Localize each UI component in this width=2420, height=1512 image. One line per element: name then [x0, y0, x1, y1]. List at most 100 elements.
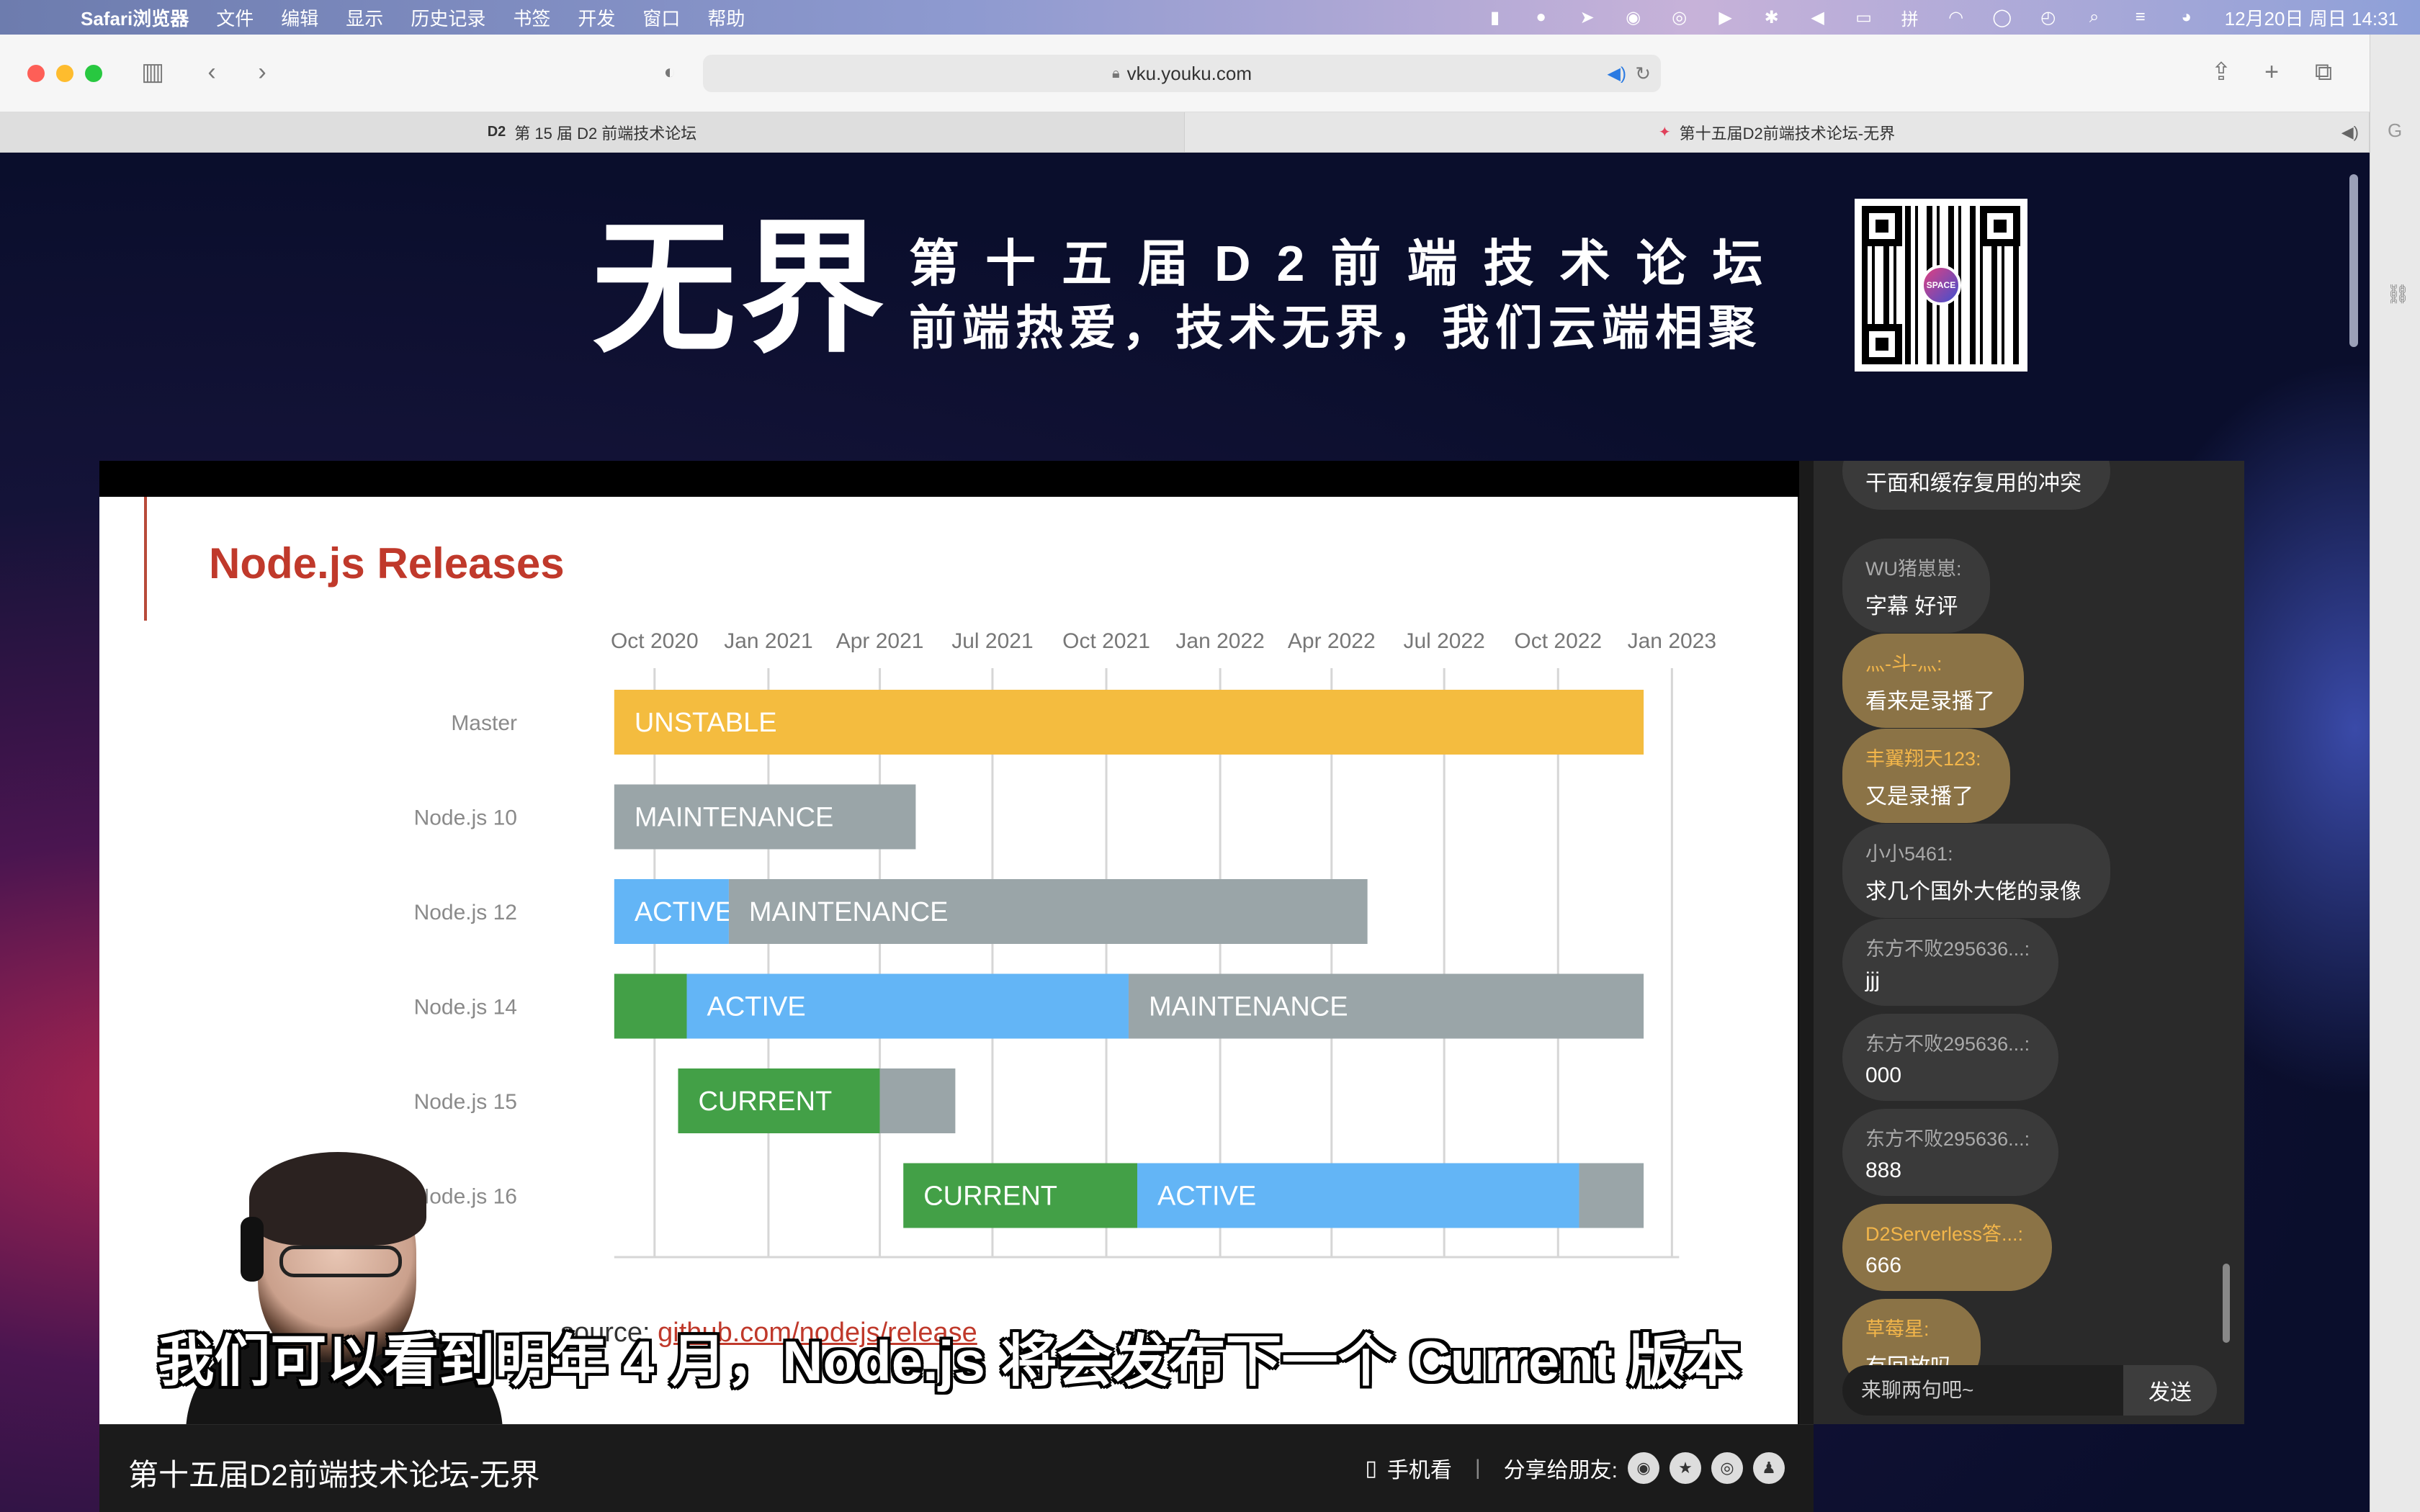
- chat-text: 字幕 好评: [1865, 595, 1958, 618]
- forward-icon[interactable]: ›: [246, 56, 278, 88]
- chat-text: 888: [1865, 1158, 1902, 1182]
- chat-username[interactable]: 小小5461:: [1865, 838, 2081, 866]
- bookmark-app-icon[interactable]: ▮: [1484, 6, 1506, 28]
- send-button[interactable]: 发送: [2123, 1365, 2217, 1416]
- banner-title: 第十五届D2前端技术论坛: [909, 235, 1789, 292]
- play-circle-icon[interactable]: ▶: [1715, 6, 1736, 28]
- row-label: Node.js 15: [414, 1090, 517, 1114]
- row-label: Node.js 14: [414, 996, 517, 1020]
- bar-label: CURRENT: [698, 1086, 832, 1117]
- menu-edit[interactable]: 编辑: [281, 4, 318, 31]
- tab-title: 第 15 届 D2 前端技术论坛: [514, 124, 697, 143]
- x-tick-label: Jan 2022: [1175, 629, 1264, 653]
- chat-username[interactable]: 东方不败295636...:: [1865, 1123, 2030, 1151]
- siri-icon[interactable]: ◕: [2176, 6, 2197, 28]
- menu-app[interactable]: Safari浏览器: [81, 4, 189, 31]
- back-icon[interactable]: ‹: [196, 56, 228, 88]
- paper-plane-icon[interactable]: ➤: [1577, 6, 1598, 28]
- bar-segment: [879, 1068, 956, 1133]
- clock[interactable]: 12月20日 周日 14:31: [2225, 4, 2398, 31]
- weibo-share-icon[interactable]: ◎: [1711, 1452, 1743, 1484]
- user-icon[interactable]: ◯: [1991, 6, 2013, 28]
- video-player[interactable]: Node.js Releases Oct 2020 Jan 2021 Apr 202…: [99, 461, 1814, 1512]
- window-controls: [27, 65, 102, 82]
- google-favicon-icon: G: [2388, 120, 2403, 141]
- tab-d2-forum[interactable]: D2 第 15 届 D2 前端技术论坛: [0, 112, 1185, 152]
- ball-app-icon[interactable]: ●: [1531, 6, 1552, 28]
- row-label: Node.js 10: [414, 806, 517, 830]
- chat-message: D2Serverless答...: 666: [1842, 1204, 2053, 1291]
- menu-file[interactable]: 文件: [216, 4, 254, 31]
- headset-icon: [241, 1217, 264, 1282]
- bluetooth-icon[interactable]: ✱: [1761, 6, 1783, 28]
- chat-text: 又是录播了: [1865, 785, 1973, 809]
- reload-icon[interactable]: ↻: [1635, 63, 1651, 85]
- close-window-button[interactable]: [27, 65, 45, 82]
- volume-icon[interactable]: ◀: [1807, 6, 1829, 28]
- tab-bar: D2 第 15 届 D2 前端技术论坛 ✦ 第十五届D2前端技术论坛-无界 ◀): [0, 112, 2370, 153]
- d2-favicon-icon: D2: [487, 124, 506, 140]
- mobile-icon[interactable]: ▯: [1365, 1456, 1377, 1481]
- wechat-icon[interactable]: ◉: [1623, 6, 1644, 28]
- tab-audio-icon[interactable]: ◀): [1608, 63, 1626, 84]
- bar-label: ACTIVE: [1157, 1182, 1256, 1212]
- chat-text: 干面和缓存复用的冲突: [1865, 472, 2081, 495]
- chat-username[interactable]: 灬-斗-灬:: [1865, 648, 1995, 676]
- lock-icon: 🔒︎: [1111, 65, 1120, 81]
- status-area: ▮ ● ➤ ◉ ◎ ▶ ✱ ◀ ▭ 拼 ◠ ◯ ◴ ⌕ ≡ ◕ 12月20日 周…: [1484, 0, 2398, 35]
- page-scrollbar[interactable]: [2349, 174, 2358, 347]
- chat-message: 丰翼翔天123: 又是录播了: [1842, 729, 2010, 823]
- chat-input[interactable]: [1842, 1365, 2123, 1416]
- search-icon[interactable]: ⌕: [2084, 6, 2105, 28]
- chat-username[interactable]: D2Serverless答...:: [1865, 1218, 2023, 1246]
- chat-username[interactable]: WU猪崽崽:: [1865, 553, 1961, 581]
- mobile-watch-link[interactable]: 手机看: [1387, 1452, 1452, 1484]
- new-tab-icon[interactable]: +: [2256, 56, 2287, 88]
- menu-view[interactable]: 显示: [346, 4, 383, 31]
- wechat-share-icon[interactable]: ◉: [1628, 1452, 1659, 1484]
- chat-message: 东方不败295636...: jjj: [1842, 919, 2059, 1006]
- wifi-icon[interactable]: ◠: [1945, 6, 1967, 28]
- menu-bar: Safari浏览器 文件 编辑 显示 历史记录 书签 开发 窗口 帮助 ▮ ● …: [0, 0, 2420, 35]
- battery-icon[interactable]: ▭: [1853, 6, 1875, 28]
- chat-message: 干面和缓存复用的冲突: [1842, 461, 2110, 510]
- control-center-icon[interactable]: ≡: [2130, 6, 2151, 28]
- tab-wujie-live[interactable]: ✦ 第十五届D2前端技术论坛-无界 ◀): [1185, 112, 2370, 152]
- video-frame[interactable]: Node.js Releases Oct 2020 Jan 2021 Apr 202…: [99, 461, 1799, 1426]
- chat-username[interactable]: 草莓星:: [1865, 1313, 1952, 1341]
- zoom-window-button[interactable]: [85, 65, 102, 82]
- chat-scrollbar[interactable]: [2223, 1264, 2230, 1343]
- chat-username[interactable]: 东方不败295636...:: [1865, 1028, 2030, 1056]
- chat-username[interactable]: 东方不败295636...:: [1865, 933, 2030, 961]
- menu-bookmarks[interactable]: 书签: [513, 4, 550, 31]
- address-bar[interactable]: 🔒︎ vku.youku.com ◀) ↻: [703, 55, 1661, 92]
- privacy-shield-icon[interactable]: ◐: [654, 56, 686, 88]
- sidebar-toggle-icon[interactable]: ▥: [137, 56, 169, 88]
- menu-history[interactable]: 历史记录: [411, 4, 485, 31]
- banner-logo: 无界: [592, 209, 889, 369]
- tab-speaker-icon[interactable]: ◀): [2341, 123, 2359, 142]
- minimize-window-button[interactable]: [56, 65, 73, 82]
- chat-text: jjj: [1865, 968, 1880, 992]
- menu-develop[interactable]: 开发: [578, 4, 615, 31]
- time-machine-icon[interactable]: ◴: [2038, 6, 2059, 28]
- qq-icon[interactable]: ◎: [1669, 6, 1690, 28]
- banner-slogan: 前端热爱，技术无界，我们云端相聚: [909, 301, 1762, 354]
- chat-username[interactable]: 丰翼翔天123:: [1865, 743, 1981, 771]
- row-label: Master: [451, 711, 517, 735]
- share-area: ▯ 手机看 | 分享给朋友: ◉ ★ ◎ ♟: [1365, 1452, 1785, 1484]
- favorite-share-icon[interactable]: ★: [1670, 1452, 1701, 1484]
- qq-share-icon[interactable]: ♟: [1753, 1452, 1785, 1484]
- share-icon[interactable]: ⇪: [2205, 56, 2237, 88]
- x-tick-label: Jan 2021: [724, 629, 812, 653]
- menu-window[interactable]: 窗口: [642, 4, 680, 31]
- x-tick-label: Oct 2022: [1514, 629, 1602, 653]
- chat-message: 东方不败295636...: 888: [1842, 1109, 2059, 1196]
- menu-help[interactable]: 帮助: [707, 4, 745, 31]
- chat-message: WU猪崽崽: 字幕 好评: [1842, 539, 1991, 633]
- tab-overview-icon[interactable]: ⧉: [2308, 56, 2339, 88]
- bar-label: ACTIVE: [635, 897, 733, 927]
- input-method-icon[interactable]: 拼: [1899, 6, 1921, 30]
- chat-text: 看来是录播了: [1865, 690, 1995, 714]
- bar-label: CURRENT: [923, 1182, 1057, 1212]
